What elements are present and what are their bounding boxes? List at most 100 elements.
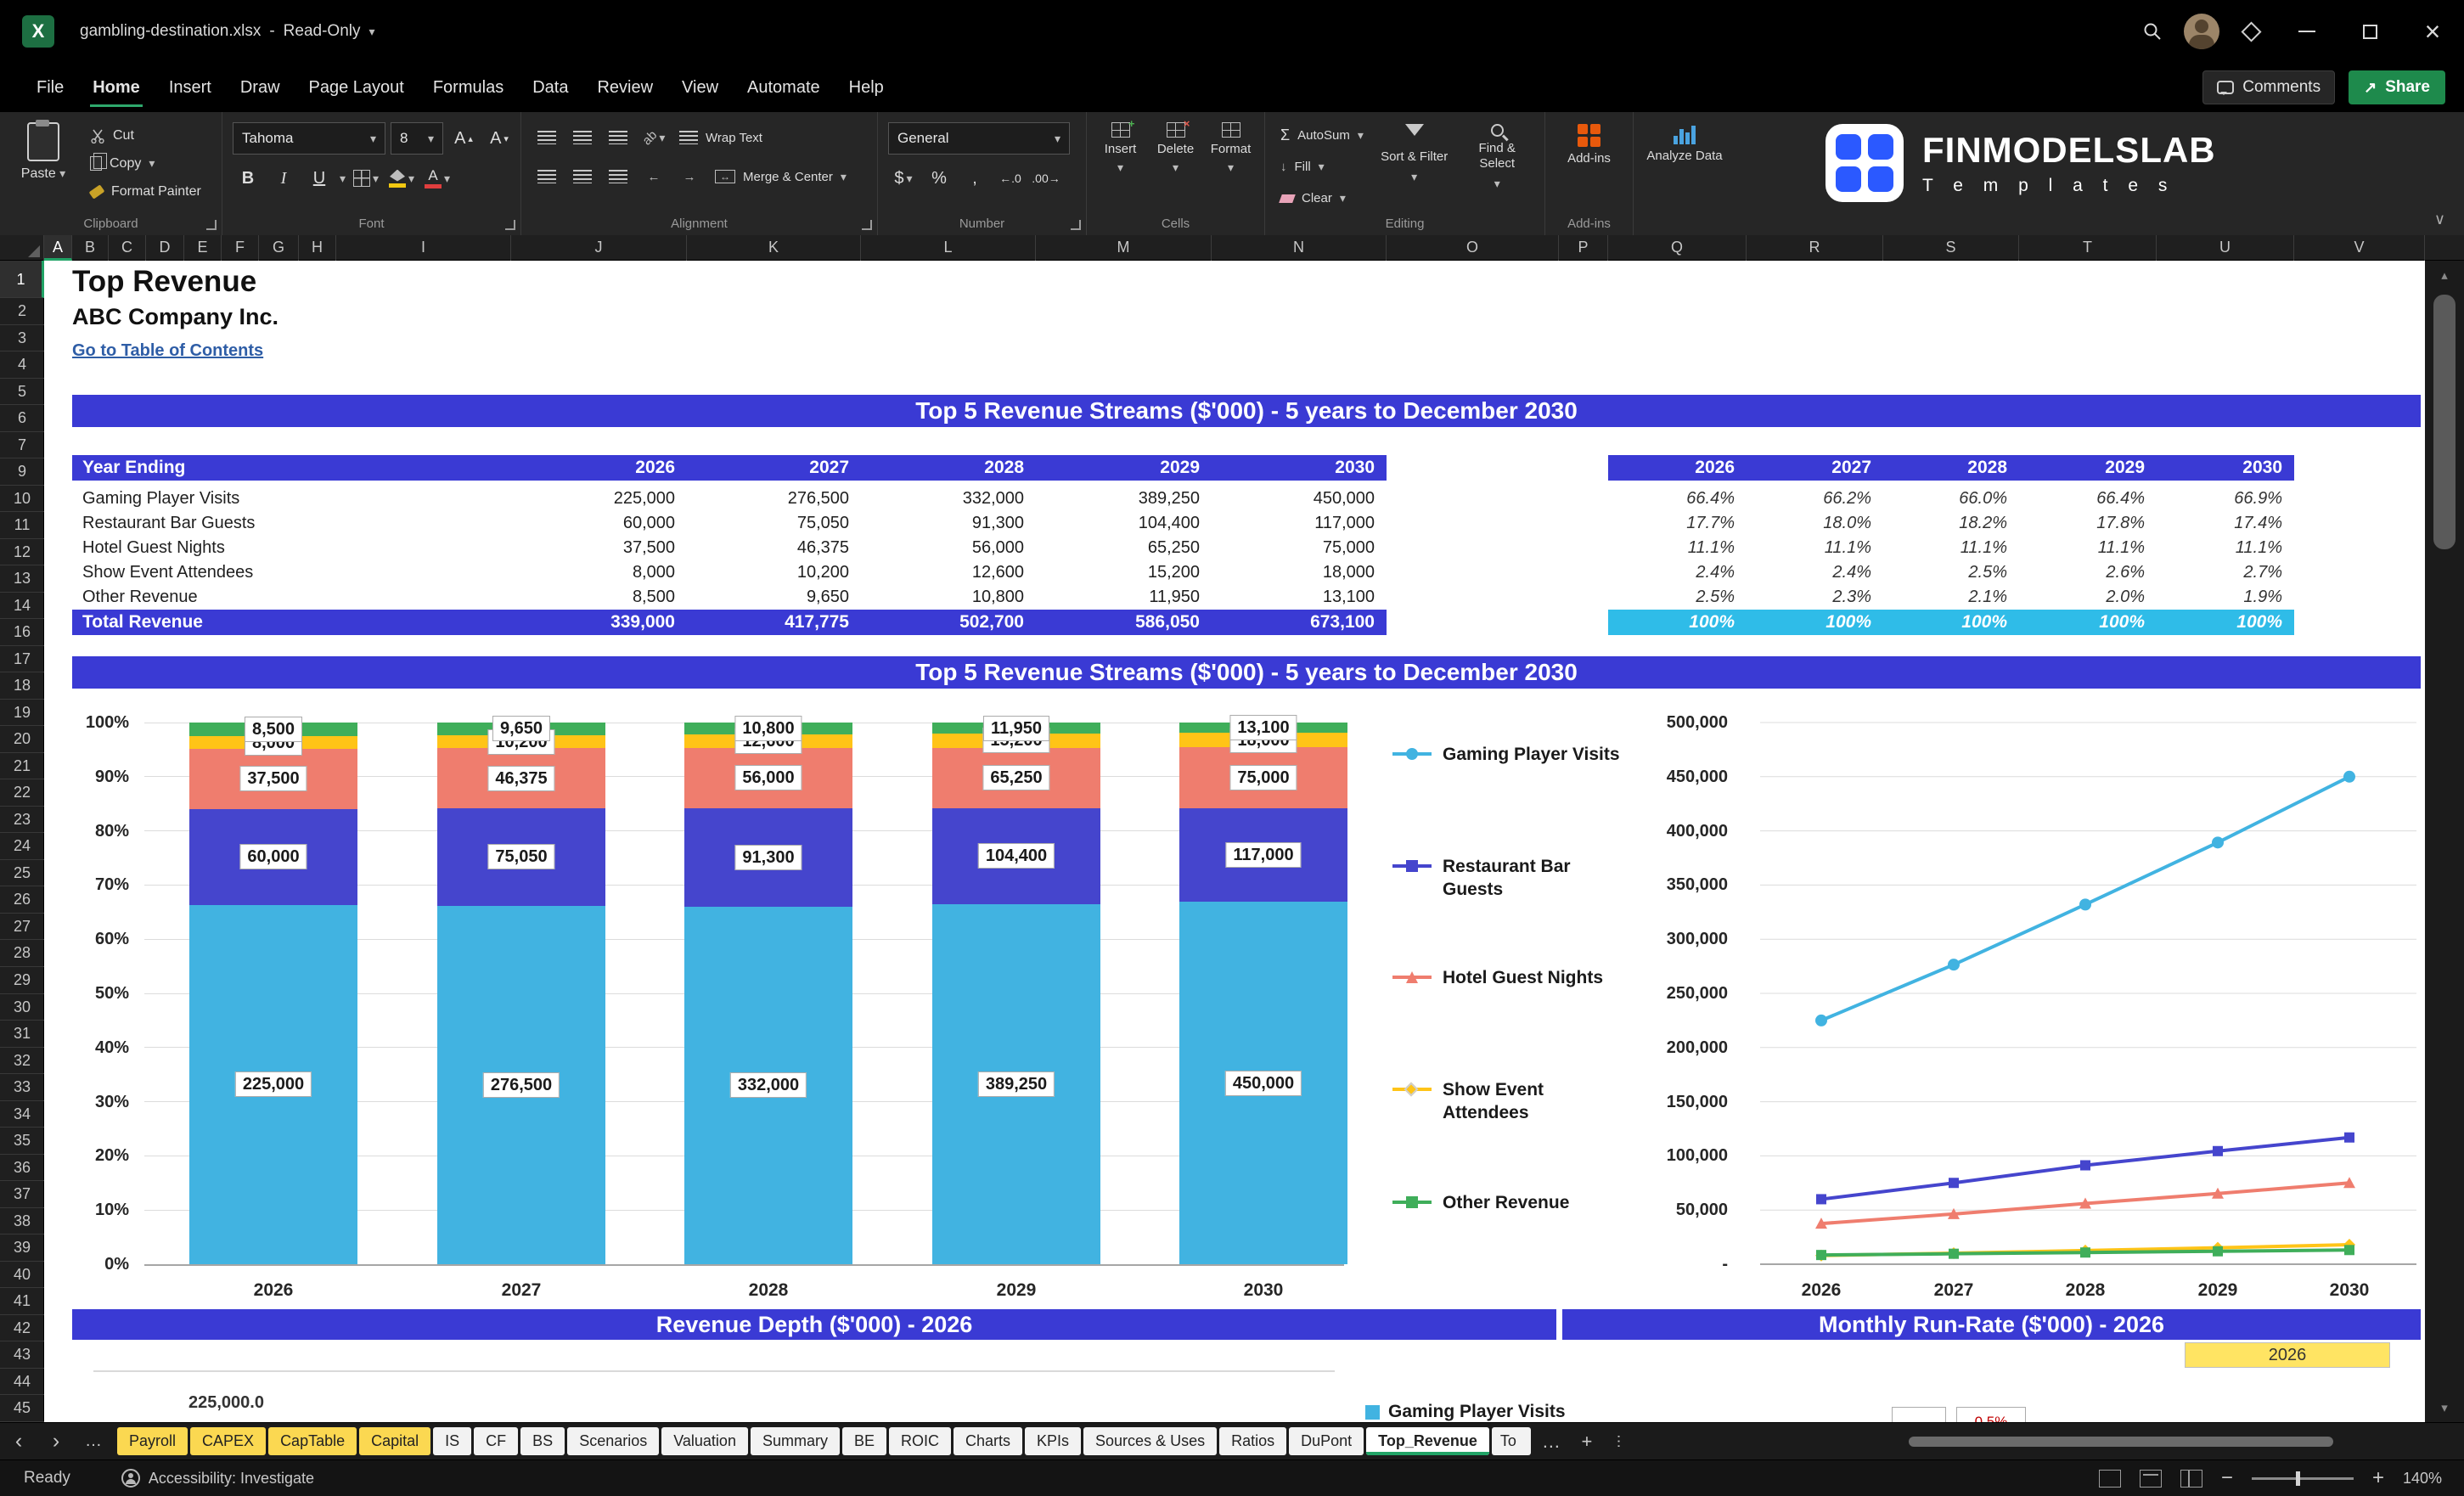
total-value[interactable]: 673,100 xyxy=(1225,610,1375,635)
total-value[interactable]: 417,775 xyxy=(700,610,849,635)
bold-button[interactable]: B xyxy=(233,163,263,194)
sheet-tab-capital[interactable]: Capital xyxy=(359,1427,430,1455)
sheet-tab-be[interactable]: BE xyxy=(842,1427,886,1455)
sheet-tab-summary[interactable]: Summary xyxy=(751,1427,840,1455)
row-header-5[interactable]: 5 xyxy=(0,379,44,406)
row-header-25[interactable]: 25 xyxy=(0,860,44,887)
clipboard-dialog-launcher[interactable] xyxy=(206,220,217,230)
company-name[interactable]: ABC Company Inc. xyxy=(72,304,278,330)
table-header-year[interactable]: 2028 xyxy=(875,455,1024,481)
italic-button[interactable]: I xyxy=(268,163,299,194)
row-header-40[interactable]: 40 xyxy=(0,1262,44,1289)
excel-app-icon[interactable]: X xyxy=(22,15,54,48)
cell-value[interactable]: 10,200 xyxy=(700,560,849,585)
align-left-button[interactable] xyxy=(532,161,562,192)
cell-value[interactable]: 10,800 xyxy=(875,585,1024,610)
font-name-select[interactable]: Tahoma▾ xyxy=(233,122,385,155)
row-header-29[interactable]: 29 xyxy=(0,967,44,994)
cell-pct-value[interactable]: 2.3% xyxy=(1759,585,1871,610)
cell-pct-value[interactable]: 18.0% xyxy=(1759,511,1871,536)
comma-style-button[interactable]: , xyxy=(959,163,990,194)
sheet-tab-kpis[interactable]: KPIs xyxy=(1025,1427,1081,1455)
sheet-tab-roic[interactable]: ROIC xyxy=(889,1427,951,1455)
sheet-tab-captable[interactable]: CapTable xyxy=(268,1427,357,1455)
cell-pct-value[interactable]: 2.4% xyxy=(1623,560,1735,585)
wrap-text-button[interactable]: Wrap Text xyxy=(674,125,768,151)
menu-tab-insert[interactable]: Insert xyxy=(155,63,226,112)
sheet-tab-payroll[interactable]: Payroll xyxy=(117,1427,188,1455)
sheet-tab-top-revenue[interactable]: Top_Revenue xyxy=(1366,1427,1489,1455)
row-header-19[interactable]: 19 xyxy=(0,700,44,727)
column-header-G[interactable]: G xyxy=(259,235,299,261)
clear-button[interactable]: Clear▾ xyxy=(1275,185,1369,211)
normal-view-button[interactable] xyxy=(2099,1470,2121,1488)
cell-pct-value[interactable]: 66.4% xyxy=(1623,486,1735,511)
row-header-16[interactable]: 16 xyxy=(0,619,44,646)
spreadsheet-grid[interactable]: 1234567910111213141617181920212223242526… xyxy=(0,261,2425,1422)
addins-button[interactable]: Add-ins xyxy=(1555,122,1623,211)
cell-value[interactable]: 75,000 xyxy=(1225,536,1375,560)
sheet-tab-scenarios[interactable]: Scenarios xyxy=(567,1427,659,1455)
zoom-out-button[interactable]: − xyxy=(2221,1468,2233,1488)
column-header-N[interactable]: N xyxy=(1212,235,1387,261)
row-header-37[interactable]: 37 xyxy=(0,1181,44,1208)
total-pct-value[interactable]: 100% xyxy=(1759,610,1871,635)
page-break-view-button[interactable] xyxy=(2180,1470,2202,1488)
cell-pct-value[interactable]: 2.6% xyxy=(2033,560,2145,585)
cell-value[interactable]: 13,100 xyxy=(1225,585,1375,610)
number-format-select[interactable]: General▾ xyxy=(888,122,1070,155)
fill-color-button[interactable]: ▾ xyxy=(386,163,417,194)
scroll-up-icon[interactable]: ▴ xyxy=(2425,267,2464,283)
sheet-tab-to[interactable]: To xyxy=(1492,1427,1531,1455)
select-all-corner[interactable] xyxy=(0,235,44,261)
cell-pct-value[interactable]: 18.2% xyxy=(1895,511,2007,536)
paste-button[interactable]: Paste ▾ xyxy=(10,122,76,211)
increase-font-button[interactable]: A▴ xyxy=(448,123,479,154)
cell-pct-value[interactable]: 17.8% xyxy=(2033,511,2145,536)
add-sheet-button[interactable]: + xyxy=(1569,1431,1605,1453)
diamond-icon[interactable] xyxy=(2226,0,2276,63)
table-header-year[interactable]: 2029 xyxy=(1050,455,1200,481)
row-label[interactable]: Other Revenue xyxy=(82,585,198,610)
menu-tab-automate[interactable]: Automate xyxy=(733,63,835,112)
sheet-nav-left-icon[interactable]: ‹ xyxy=(0,1429,37,1454)
delete-cells-button[interactable]: × Delete▾ xyxy=(1152,122,1199,211)
align-right-button[interactable] xyxy=(603,161,633,192)
row-header-34[interactable]: 34 xyxy=(0,1101,44,1128)
cell-pct-value[interactable]: 66.2% xyxy=(1759,486,1871,511)
cell-pct-value[interactable]: 2.7% xyxy=(2170,560,2282,585)
pct-header-year[interactable]: 2027 xyxy=(1759,455,1871,481)
column-header-K[interactable]: K xyxy=(687,235,861,261)
sheet-tab-bs[interactable]: BS xyxy=(520,1427,565,1455)
copy-button[interactable]: Copy ▾ xyxy=(85,150,206,177)
legend-item[interactable]: Show Event Attendees xyxy=(1392,1078,1570,1124)
fill-button[interactable]: ↓Fill▾ xyxy=(1275,154,1369,180)
legend-item[interactable]: Restaurant Bar Guests xyxy=(1392,855,1587,901)
row-header-3[interactable]: 3 xyxy=(0,325,44,352)
menu-tab-review[interactable]: Review xyxy=(582,63,667,112)
sheet-tab-capex[interactable]: CAPEX xyxy=(190,1427,266,1455)
zoom-in-button[interactable]: + xyxy=(2372,1468,2384,1488)
column-header-J[interactable]: J xyxy=(511,235,687,261)
sheet-tab-valuation[interactable]: Valuation xyxy=(661,1427,748,1455)
menu-tab-data[interactable]: Data xyxy=(518,63,582,112)
accessibility-status[interactable]: Accessibility: Investigate xyxy=(121,1469,314,1488)
cell-value[interactable]: 117,000 xyxy=(1225,511,1375,536)
banner-chart[interactable]: Top 5 Revenue Streams ($'000) - 5 years … xyxy=(72,656,2421,689)
toc-link[interactable]: Go to Table of Contents xyxy=(72,341,263,361)
row-header-27[interactable]: 27 xyxy=(0,914,44,941)
total-pct-value[interactable]: 100% xyxy=(1895,610,2007,635)
row-header-35[interactable]: 35 xyxy=(0,1128,44,1155)
cell-value[interactable]: 65,250 xyxy=(1050,536,1200,560)
total-value[interactable]: 339,000 xyxy=(526,610,675,635)
cell-pct-value[interactable]: 2.5% xyxy=(1895,560,2007,585)
borders-button[interactable]: ▾ xyxy=(351,163,381,194)
row-header-33[interactable]: 33 xyxy=(0,1074,44,1101)
total-pct-value[interactable]: 100% xyxy=(1623,610,1735,635)
row-header-45[interactable]: 45 xyxy=(0,1395,44,1422)
cell-pct-value[interactable]: 2.4% xyxy=(1759,560,1871,585)
menu-tab-help[interactable]: Help xyxy=(835,63,898,112)
page-layout-view-button[interactable] xyxy=(2140,1470,2162,1488)
row-header-21[interactable]: 21 xyxy=(0,753,44,780)
all-sheets-button[interactable]: … xyxy=(1533,1431,1569,1453)
